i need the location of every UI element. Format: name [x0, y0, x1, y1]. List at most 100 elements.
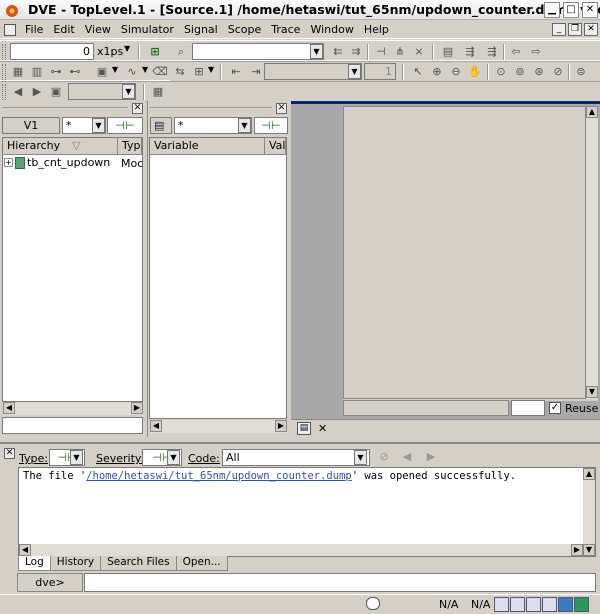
time-unit-select[interactable]: x1ps	[97, 45, 123, 58]
scroll-right-icon[interactable]: ▶	[275, 420, 287, 432]
scroll-up-icon[interactable]: ▲	[583, 468, 595, 480]
toolbar-grip[interactable]	[2, 84, 6, 100]
search-dropdown-icon[interactable]: ▼	[310, 44, 323, 59]
toolbar-grip[interactable]	[2, 44, 6, 60]
tab-history[interactable]: History	[49, 556, 102, 571]
zoom-out-icon[interactable]: ⊖	[448, 64, 464, 80]
menu-view[interactable]: View	[80, 23, 116, 36]
tree-row[interactable]: + tb_cnt_updown	[4, 156, 110, 169]
binoculars-icon[interactable]: ⌕	[173, 44, 189, 60]
menu-signal[interactable]: Signal	[179, 23, 223, 36]
chevron-down-icon[interactable]: ▼	[124, 44, 130, 53]
nav-forward-icon[interactable]: ▶	[29, 84, 45, 100]
source-text-area[interactable]	[343, 106, 586, 399]
prompt-button[interactable]: dve>	[17, 573, 83, 592]
type-dropdown-icon[interactable]: ▼	[70, 450, 83, 465]
scroll-left-icon[interactable]: ◀	[19, 544, 31, 556]
scroll-down-icon[interactable]: ▼	[586, 386, 598, 398]
maximize-icon[interactable]: □	[563, 2, 579, 18]
source-vscroll[interactable]: ▲ ▼	[586, 106, 598, 399]
variables-list[interactable]	[149, 137, 287, 419]
mdi-minimize-icon[interactable]: _	[552, 23, 566, 36]
prev-edge-icon[interactable]: ⇤	[228, 64, 244, 80]
menu-scope[interactable]: Scope	[223, 23, 267, 36]
menu-simulator[interactable]: Simulator	[116, 23, 179, 36]
back-arrow-icon[interactable]: ⇦	[508, 44, 524, 60]
bus-icon[interactable]: ⇆	[172, 64, 188, 80]
status-list-icon[interactable]	[558, 597, 573, 612]
close-icon[interactable]: ✕	[318, 422, 327, 435]
log-vscroll[interactable]: ▲ ▼	[583, 468, 595, 556]
group-icon[interactable]: ⊞	[191, 64, 207, 80]
column-header-value[interactable]: Valu	[265, 138, 286, 155]
waveform-icon[interactable]: ▦	[10, 64, 26, 80]
load-icon[interactable]: ⋔	[392, 44, 408, 60]
close-icon[interactable]: ✕	[276, 103, 287, 114]
clear-log-icon[interactable]: ⊘	[376, 449, 392, 465]
zoom-in-icon[interactable]: ⊕	[429, 64, 445, 80]
pointer-icon[interactable]: ↖	[410, 64, 426, 80]
zoom-cursor-icon[interactable]: ⊘	[550, 64, 566, 80]
trace-x-icon[interactable]: ⨯	[411, 44, 427, 60]
mdi-close-icon[interactable]: ✕	[584, 23, 598, 36]
zoom-full-icon[interactable]: ⊚	[512, 64, 528, 80]
doc-list-icon[interactable]: ▤	[440, 44, 456, 60]
grid-icon[interactable]: ▦	[150, 84, 166, 100]
filter-dropdown-icon[interactable]: ▼	[92, 118, 105, 133]
scope-select[interactable]: V1	[2, 117, 60, 134]
close-icon[interactable]: ✕	[132, 103, 143, 114]
time-input[interactable]: 0	[10, 43, 94, 60]
memory-icon[interactable]: ▣	[94, 64, 110, 80]
status-hierarchy-icon[interactable]	[494, 597, 509, 612]
variable-view-select[interactable]: ▤	[150, 117, 172, 134]
expression-icon[interactable]: ∿	[124, 64, 140, 80]
filter-dropdown-icon[interactable]: ▼	[238, 118, 251, 133]
zoom-selection-icon[interactable]: ⊜	[573, 64, 589, 80]
forward-arrow-icon[interactable]: ⇨	[528, 44, 544, 60]
reuse-checkbox[interactable]: ✓	[549, 402, 561, 414]
next-edge-icon[interactable]: ⇥	[248, 64, 264, 80]
column-header-hierarchy[interactable]: Hierarchy ▽	[3, 138, 118, 155]
scroll-right-icon[interactable]: ▶	[571, 544, 583, 556]
variable-type-select[interactable]: ⊣⊢	[254, 117, 288, 134]
edge-dropdown-icon[interactable]: ▼	[348, 64, 361, 79]
outdent-icon[interactable]: ⇶	[484, 44, 500, 60]
filter-type-select[interactable]: ⊣⊢	[107, 117, 143, 134]
nav-dropdown-icon[interactable]: ▼	[122, 84, 135, 99]
code-dropdown-icon[interactable]: ▼	[354, 450, 367, 465]
hierarchy-hscroll[interactable]: ◀ ▶	[3, 402, 143, 415]
tab-log[interactable]: Log	[18, 556, 51, 571]
menu-window[interactable]: Window	[305, 23, 358, 36]
find-prev-icon[interactable]: ⇇	[330, 44, 346, 60]
menu-trace[interactable]: Trace	[266, 23, 305, 36]
nav-back-icon[interactable]: ◀	[10, 84, 26, 100]
find-signal-icon[interactable]: ⊞	[147, 44, 163, 60]
indent-icon[interactable]: ⇶	[462, 44, 478, 60]
minimize-icon[interactable]: ▁	[544, 2, 560, 18]
zoom-fit-icon[interactable]: ⊙	[493, 64, 509, 80]
step-count-input[interactable]: 1	[364, 63, 396, 80]
column-header-type[interactable]: Typ	[118, 138, 142, 155]
status-schematic-icon[interactable]	[574, 597, 589, 612]
column-header-variable[interactable]: Variable	[150, 138, 265, 155]
variables-hscroll[interactable]: ◀ ▶	[150, 420, 287, 433]
scroll-up-icon[interactable]: ▲	[586, 106, 598, 118]
toolbar-grip[interactable]	[2, 64, 6, 80]
prev-message-icon[interactable]: ◀	[399, 449, 415, 465]
eraser-icon[interactable]: ⌫	[152, 64, 168, 80]
log-file-link[interactable]: /home/hetaswi/tut_65nm/updown_counter.du…	[86, 470, 352, 482]
zoom-area-icon[interactable]: ⊛	[531, 64, 547, 80]
menu-help[interactable]: Help	[359, 23, 394, 36]
tab-open[interactable]: Open...	[175, 556, 228, 571]
menu-edit[interactable]: Edit	[48, 23, 79, 36]
expand-icon[interactable]: +	[4, 158, 13, 167]
status-data-icon[interactable]	[510, 597, 525, 612]
code-filter-select[interactable]: All	[222, 449, 370, 466]
source-view[interactable]: ▲ ▼	[343, 106, 598, 401]
hierarchy-search-input[interactable]	[2, 417, 143, 434]
doc-menu-icon[interactable]	[4, 23, 16, 36]
status-source-icon[interactable]	[526, 597, 541, 612]
source-tab-icon[interactable]: ▤	[297, 422, 311, 435]
severity-dropdown-icon[interactable]: ▼	[167, 450, 180, 465]
pan-hand-icon[interactable]: ✋	[467, 64, 483, 80]
